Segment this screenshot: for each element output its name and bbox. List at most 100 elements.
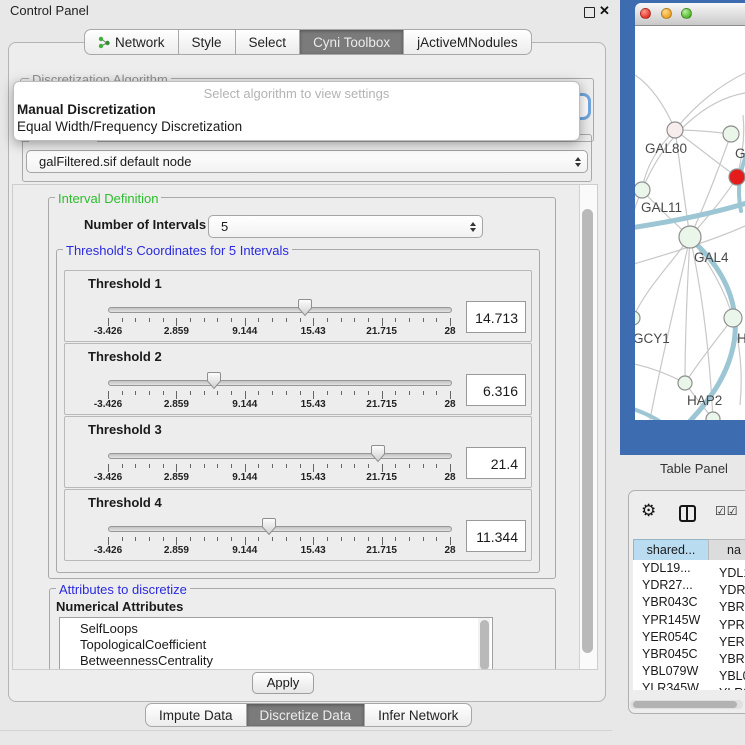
num-intervals-combobox[interactable]: 5 [208,215,483,238]
combo-stepper-icon [464,222,482,232]
num-intervals-label: Number of Intervals [84,217,206,232]
panel-bottom-edge [0,730,612,731]
checkboxes-icon[interactable]: ☑☑ [715,504,739,518]
threshold-1-box: Threshold 1 -3.4262.8599.14415.4321.71528… [64,270,532,342]
slider-tick-labels: -3.4262.8599.14415.4321.71528 [108,472,450,484]
slider-track[interactable] [108,453,452,459]
close-traffic-light-icon[interactable] [640,8,651,19]
combo-stepper-icon [569,157,587,167]
tab-label: Infer Network [378,708,458,723]
algorithm-option-manual[interactable]: Manual Discretization [14,101,579,118]
tab-select[interactable]: Select [236,29,301,55]
table-panel-title: Table Panel [660,461,728,476]
thresholds-group-title: Threshold's Coordinates for 5 Intervals [63,243,292,258]
table-row[interactable]: YLR345WYLR3 [633,680,745,690]
numerical-attributes-list[interactable]: SelfLoopsTopologicalCoefficientBetweenne… [59,617,493,670]
tab-label: jActiveMNodules [417,35,518,50]
numerical-attributes-label: Numerical Attributes [56,599,183,614]
tab-label: Impute Data [159,708,233,723]
column-header-1[interactable]: na [708,539,745,561]
table-row[interactable]: YDR27...YDR2 [633,577,745,594]
attribute-item-betweennesscentrality[interactable]: BetweennessCentrality [60,653,492,669]
slider-thumb[interactable] [297,298,313,317]
close-icon[interactable]: ✕ [599,3,610,19]
settings-scrollbar-thumb[interactable] [582,209,593,653]
apply-button[interactable]: Apply [252,672,314,694]
column-header-0[interactable]: shared... [633,539,709,561]
threshold-label: Threshold 3 [88,422,162,437]
svg-text:HAP2: HAP2 [687,393,722,408]
top-tab-strip: Network Style Select Cyni Toolbox jActiveMNo… [84,29,532,55]
threshold-value-field[interactable]: 11.344 [466,520,526,552]
minimize-traffic-light-icon[interactable] [661,8,672,19]
threshold-value-field[interactable]: 14.713 [466,301,526,333]
threshold-2-box: Threshold 2 -3.4262.8599.14415.4321.71528… [64,343,532,415]
algorithm-option-equal-width[interactable]: Equal Width/Frequency Discretization [14,118,579,135]
table-row[interactable]: YER054CYER0 [633,629,745,646]
tab-style[interactable]: Style [179,29,236,55]
tab-discretize-data[interactable]: Discretize Data [247,703,366,727]
network-icon [98,36,110,49]
tab-infer-network[interactable]: Infer Network [365,703,472,727]
svg-text:GCY1: GCY1 [635,331,670,346]
slider-tick-labels: -3.4262.8599.14415.4321.71528 [108,326,450,338]
slider-tick-labels: -3.4262.8599.14415.4321.71528 [108,399,450,411]
table-row[interactable]: YBL079WYBL0 [633,663,745,680]
network-view-window: GAL80GAGAL11GAL4GCY1HHAP2 [620,0,745,455]
screen: Control Panel ✕ Network Style Select Cyni T… [0,0,745,745]
tab-network[interactable]: Network [84,29,179,55]
attribute-item-selfloops[interactable]: SelfLoops [60,618,492,637]
thresholds-group: Threshold's Coordinates for 5 Intervals … [56,249,540,573]
tab-label: Cyni Toolbox [313,35,390,50]
slider-track[interactable] [108,307,452,313]
table-row[interactable]: YBR043CYBR0 [633,594,745,611]
panel-title: Control Panel [10,3,89,18]
gear-icon[interactable]: ⚙ [641,501,656,521]
tab-label: Style [192,35,222,50]
network-window-titlebar[interactable] [635,3,745,26]
threshold-label: Threshold 4 [88,495,162,510]
slider-track[interactable] [108,380,452,386]
table-row[interactable]: YDL19...YDL1 [633,560,745,577]
algorithm-popup: Select algorithm to view settings Manual… [13,81,580,141]
attributes-list-scrollbar[interactable] [478,618,490,670]
threshold-label: Threshold 2 [88,349,162,364]
settings-scroll-area: Interval Definition Number of Intervals … [12,184,598,670]
threshold-label: Threshold 1 [88,276,162,291]
num-intervals-value: 5 [209,219,464,234]
svg-text:GAL11: GAL11 [641,200,682,215]
slider-thumb[interactable] [261,517,277,536]
tab-label: Select [249,35,287,50]
slider-track[interactable] [108,526,452,532]
threshold-value-field[interactable]: 6.316 [466,374,526,406]
table-data-combobox-value: galFiltered.sif default node [27,154,569,169]
threshold-value-field[interactable]: 21.4 [466,447,526,479]
tab-cyni-toolbox[interactable]: Cyni Toolbox [300,29,404,55]
attribute-item-topologicalcoefficient[interactable]: TopologicalCoefficient [60,637,492,653]
zoom-traffic-light-icon[interactable] [681,8,692,19]
tab-label: Network [115,35,165,50]
slider-thumb[interactable] [370,444,386,463]
threshold-4-box: Threshold 4-3.4262.8599.14415.4321.71528… [64,489,532,561]
svg-text:H: H [737,331,745,346]
bottom-tab-strip: Impute Data Discretize Data Infer Network [145,703,472,727]
table-row[interactable]: YPR145WYPR1 [633,612,745,629]
table-horizontal-scrollbar[interactable] [630,700,743,709]
network-graph: GAL80GAGAL11GAL4GCY1HHAP2 [635,26,745,420]
network-canvas[interactable]: GAL80GAGAL11GAL4GCY1HHAP2 [635,26,745,420]
table-scrollbar-thumb[interactable] [633,701,737,708]
tab-jactivemnodules[interactable]: jActiveMNodules [404,29,532,55]
algorithm-popup-prompt: Select algorithm to view settings [14,82,579,101]
interval-definition-title: Interval Definition [55,191,161,206]
split-columns-icon[interactable] [679,505,696,522]
tab-impute-data[interactable]: Impute Data [145,703,247,727]
threshold-3-box: Threshold 3 -3.4262.8599.14415.4321.71528… [64,416,532,488]
table-data-combobox[interactable]: galFiltered.sif default node [26,150,588,173]
float-window-icon[interactable] [584,7,595,18]
table-panel-box: ⚙ ☑☑ shared...na YDL19...YDL1YDR27...YDR… [628,490,745,714]
svg-text:GA: GA [735,146,745,161]
slider-thumb[interactable] [206,371,222,390]
settings-vertical-scrollbar[interactable] [579,185,598,669]
table-row[interactable]: YBR045CYBR0 [633,646,745,663]
table-rows: YDL19...YDL1YDR27...YDR2YBR043CYBR0YPR14… [633,560,745,690]
